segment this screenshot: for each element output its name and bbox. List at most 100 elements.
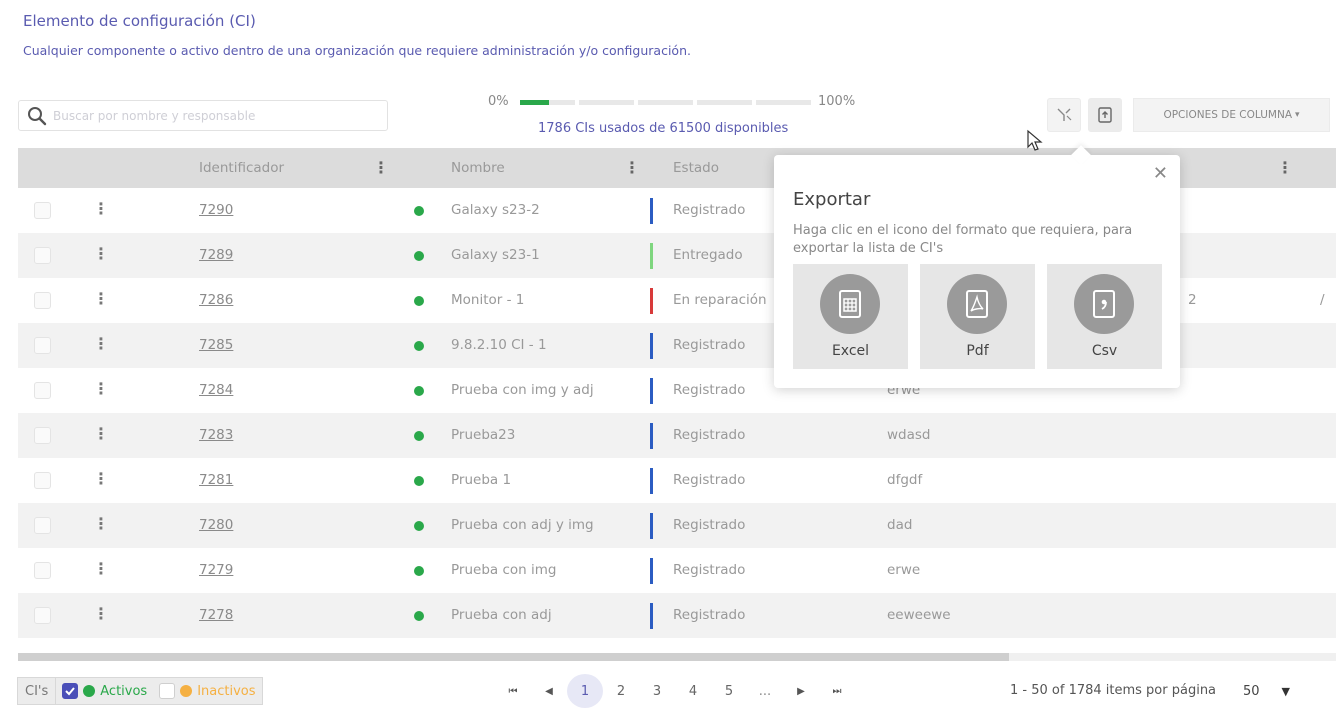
inactivos-checkbox[interactable] [159,683,176,699]
active-status-dot [414,341,424,351]
ci-status: Registrado [673,202,746,218]
row-menu-icon[interactable]: ⋮ [93,424,109,443]
column-options-label: OPCIONES DE COLUMNA [1163,109,1292,121]
close-icon[interactable]: ✕ [1153,163,1168,184]
ci-status: Registrado [673,427,746,443]
pdf-icon [947,274,1007,334]
first-page-icon[interactable]: ⏮ [495,686,531,697]
table-row[interactable]: ⋮ 7281 Prueba 1 Registrado dfgdf [18,458,1336,503]
ci-status: Registrado [673,337,746,353]
row-checkbox[interactable] [34,382,51,399]
excel-label: Excel [831,343,870,359]
mouse-cursor-icon [1027,129,1043,151]
column-menu-icon[interactable]: ⋮ [373,158,389,177]
ci-identifier-link[interactable]: 7278 [199,607,233,623]
ci-identifier-link[interactable]: 7284 [199,382,233,398]
export-button[interactable] [1088,98,1122,132]
ci-name: Prueba23 [451,427,516,443]
export-pdf-button[interactable]: Pdf [920,264,1035,369]
row-menu-icon[interactable]: ⋮ [93,469,109,488]
search-box[interactable] [18,100,388,131]
row-menu-icon[interactable]: ⋮ [93,379,109,398]
table-row[interactable]: ⋮ 7280 Prueba con adj y img Registrado dad [18,503,1336,548]
export-excel-button[interactable]: Excel [793,264,908,369]
row-menu-icon[interactable]: ⋮ [93,289,109,308]
active-status-dot [414,611,424,621]
table-row[interactable]: ⋮ 7279 Prueba con img Registrado erwe [18,548,1336,593]
page-3[interactable]: 3 [639,684,675,699]
ci-identifier-link[interactable]: 7285 [199,337,233,353]
page-size-select[interactable]: 50 ▼ [1231,674,1313,708]
row-checkbox[interactable] [34,247,51,264]
page-ellipsis[interactable]: ... [747,684,783,699]
usage-min-label: 0% [488,94,509,109]
activos-checkbox[interactable] [62,683,79,699]
inactivos-label: Inactivos [197,683,256,699]
row-checkbox[interactable] [34,607,51,624]
scrollbar-thumb[interactable] [18,653,1009,661]
column-options-button[interactable]: OPCIONES DE COLUMNA ▾ [1133,98,1330,132]
filter-activos[interactable]: Activos [56,678,153,704]
page-2[interactable]: 2 [603,684,639,699]
table-row[interactable]: ⋮ 7278 Prueba con adj Registrado eeweewe [18,593,1336,638]
ci-name: 9.8.2.10 CI - 1 [451,337,547,353]
ci-identifier-link[interactable]: 7279 [199,562,233,578]
page-5[interactable]: 5 [711,684,747,699]
clear-filter-button[interactable] [1047,98,1081,132]
search-input[interactable] [53,108,373,123]
row-checkbox[interactable] [34,517,51,534]
ci-identifier-link[interactable]: 7283 [199,427,233,443]
ci-name: Prueba con adj y img [451,517,594,533]
active-status-dot [414,566,424,576]
popover-title: Exportar [793,189,871,210]
table-row[interactable]: ⋮ 7283 Prueba23 Registrado wdasd [18,413,1336,458]
status-color-bar [650,333,653,359]
column-header-nombre[interactable]: Nombre [451,160,505,176]
column-menu-icon[interactable]: ⋮ [1277,158,1293,177]
export-csv-button[interactable]: Csv [1047,264,1162,369]
page-1[interactable]: 1 [567,674,603,708]
next-page-icon[interactable]: ▶ [783,686,819,697]
active-status-dot [414,521,424,531]
status-color-bar [650,468,653,494]
usage-meter: 0% 100% 1786 CIs usados de 61500 disponi… [488,94,868,138]
legend-label: CI's [18,678,57,704]
ci-column-value: 2 [1188,292,1197,308]
row-checkbox[interactable] [34,337,51,354]
row-checkbox[interactable] [34,427,51,444]
row-menu-icon[interactable]: ⋮ [93,604,109,623]
ci-identifier-link[interactable]: 7280 [199,517,233,533]
ci-identifier-link[interactable]: 7286 [199,292,233,308]
ci-column-value: dfgdf [887,472,923,488]
last-page-icon[interactable]: ⏭ [819,686,855,697]
row-menu-icon[interactable]: ⋮ [93,199,109,218]
filter-off-icon [1057,108,1072,121]
ci-status: Registrado [673,382,746,398]
row-checkbox[interactable] [34,202,51,219]
page-size-value: 50 [1243,683,1260,699]
row-menu-icon[interactable]: ⋮ [93,559,109,578]
active-status-dot [414,386,424,396]
row-checkbox[interactable] [34,292,51,309]
active-status-dot [414,296,424,306]
page-4[interactable]: 4 [675,684,711,699]
active-status-dot [414,251,424,261]
horizontal-scrollbar[interactable] [18,653,1336,661]
page-description: Cualquier componente o activo dentro de … [23,43,691,58]
export-popover: ✕ Exportar Haga clic en el icono del for… [774,145,1180,388]
column-header-estado[interactable]: Estado [673,160,719,176]
previous-page-icon[interactable]: ◀ [531,686,567,697]
row-menu-icon[interactable]: ⋮ [93,244,109,263]
row-checkbox[interactable] [34,562,51,579]
row-menu-icon[interactable]: ⋮ [93,334,109,353]
column-header-identificador[interactable]: Identificador [199,160,284,176]
ci-identifier-link[interactable]: 7290 [199,202,233,218]
ci-identifier-link[interactable]: 7289 [199,247,233,263]
items-info: 1 - 50 of 1784 items por página [1010,683,1217,698]
ci-column-value: / [1320,292,1325,308]
column-menu-icon[interactable]: ⋮ [624,158,640,177]
row-menu-icon[interactable]: ⋮ [93,514,109,533]
ci-identifier-link[interactable]: 7281 [199,472,233,488]
row-checkbox[interactable] [34,472,51,489]
filter-inactivos[interactable]: Inactivos [153,678,262,704]
